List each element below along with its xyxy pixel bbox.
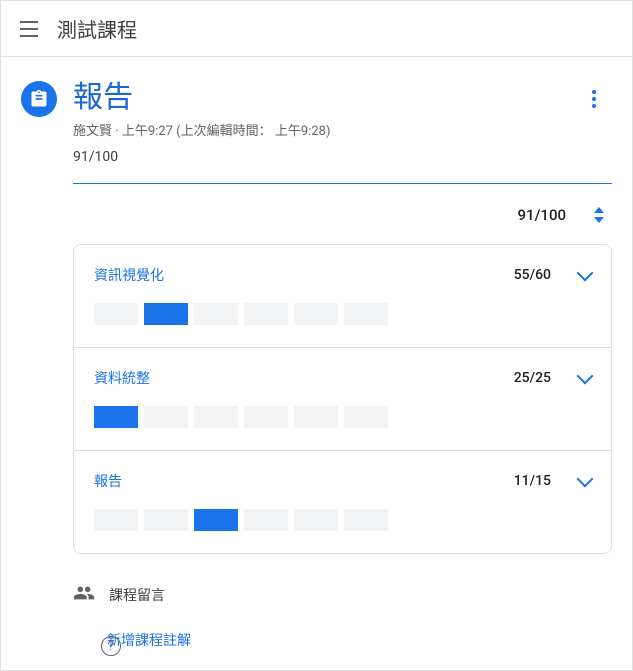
criterion-level-block[interactable] xyxy=(294,406,338,428)
criterion-right: 25/25 xyxy=(514,370,591,386)
assignment-subtitle: 施文賢 · 上午9:27 (上次編輯時間： 上午9:28) xyxy=(73,120,576,139)
rubric-criterion: 資料統整 25/25 xyxy=(74,348,611,451)
criterion-level-block[interactable] xyxy=(294,509,338,531)
criterion-levels xyxy=(94,406,591,428)
chevron-down-icon[interactable] xyxy=(577,368,594,385)
rubric-criterion: 報告 11/15 xyxy=(74,451,611,553)
rubric-total-row: 91/100 xyxy=(73,206,612,224)
chevron-down-icon[interactable] xyxy=(577,471,594,488)
assignment-header: 報告 施文賢 · 上午9:27 (上次編輯時間： 上午9:28) 91/100 xyxy=(21,81,612,165)
edited-time: 上午9:28 xyxy=(275,124,326,139)
criterion-level-block[interactable] xyxy=(94,303,138,325)
assignment-title: 報告 xyxy=(73,81,576,114)
help-icon[interactable]: ? xyxy=(101,636,121,656)
criterion-level-block[interactable] xyxy=(244,406,288,428)
assignment-icon xyxy=(21,81,57,117)
criterion-level-block[interactable] xyxy=(194,406,238,428)
criterion-title[interactable]: 資訊視覺化 xyxy=(94,265,164,285)
criterion-right: 55/60 xyxy=(514,267,591,283)
more-vert-icon xyxy=(592,90,596,108)
criterion-level-block[interactable] xyxy=(194,303,238,325)
header-divider xyxy=(73,183,612,184)
sort-toggle-icon[interactable] xyxy=(594,207,604,223)
posted-time: 上午9:27 xyxy=(122,124,173,139)
assignment-score: 91/100 xyxy=(73,149,576,165)
rubric-section: 91/100 資訊視覺化 55/60 資料統整 25/25 報告 11/15 課程留言 xyxy=(73,206,612,608)
criterion-level-block[interactable] xyxy=(194,509,238,531)
criterion-levels xyxy=(94,303,591,325)
chevron-down-icon[interactable] xyxy=(577,265,594,282)
assignment-header-text: 報告 施文賢 · 上午9:27 (上次編輯時間： 上午9:28) 91/100 xyxy=(73,81,576,165)
criterion-title[interactable]: 報告 xyxy=(94,471,122,491)
criterion-level-block[interactable] xyxy=(344,303,388,325)
criterion-score: 11/15 xyxy=(514,473,551,489)
edited-label: 上次編輯時間： xyxy=(181,124,272,139)
rubric-total-score: 91/100 xyxy=(518,206,566,224)
add-class-comment-button[interactable]: 新增課程註解 xyxy=(107,630,612,650)
criterion-level-block[interactable] xyxy=(244,303,288,325)
criterion-level-block[interactable] xyxy=(294,303,338,325)
criterion-level-block[interactable] xyxy=(94,509,138,531)
criterion-score: 25/25 xyxy=(514,370,551,386)
criterion-header: 資訊視覺化 55/60 xyxy=(94,265,591,285)
criterion-level-block[interactable] xyxy=(144,303,188,325)
course-title: 測試課程 xyxy=(57,14,137,43)
criterion-levels xyxy=(94,509,591,531)
criterion-level-block[interactable] xyxy=(94,406,138,428)
criterion-level-block[interactable] xyxy=(244,509,288,531)
menu-icon[interactable] xyxy=(17,17,41,41)
criterion-level-block[interactable] xyxy=(344,406,388,428)
people-icon xyxy=(73,582,95,608)
more-options-button[interactable] xyxy=(576,81,612,117)
criterion-title[interactable]: 資料統整 xyxy=(94,368,150,388)
rubric-criterion: 資訊視覺化 55/60 xyxy=(74,245,611,348)
class-comments-label: 課程留言 xyxy=(109,585,165,605)
rubric-card: 資訊視覺化 55/60 資料統整 25/25 報告 11/15 xyxy=(73,244,612,554)
criterion-header: 資料統整 25/25 xyxy=(94,368,591,388)
assignment-author: 施文賢 xyxy=(73,124,112,139)
criterion-level-block[interactable] xyxy=(144,509,188,531)
criterion-level-block[interactable] xyxy=(144,406,188,428)
class-comments-header: 課程留言 xyxy=(73,582,612,608)
top-bar: 測試課程 xyxy=(1,1,632,57)
criterion-score: 55/60 xyxy=(514,267,551,283)
criterion-right: 11/15 xyxy=(514,473,591,489)
criterion-level-block[interactable] xyxy=(344,509,388,531)
criterion-header: 報告 11/15 xyxy=(94,471,591,491)
main-content: 報告 施文賢 · 上午9:27 (上次編輯時間： 上午9:28) 91/100 … xyxy=(1,57,632,670)
